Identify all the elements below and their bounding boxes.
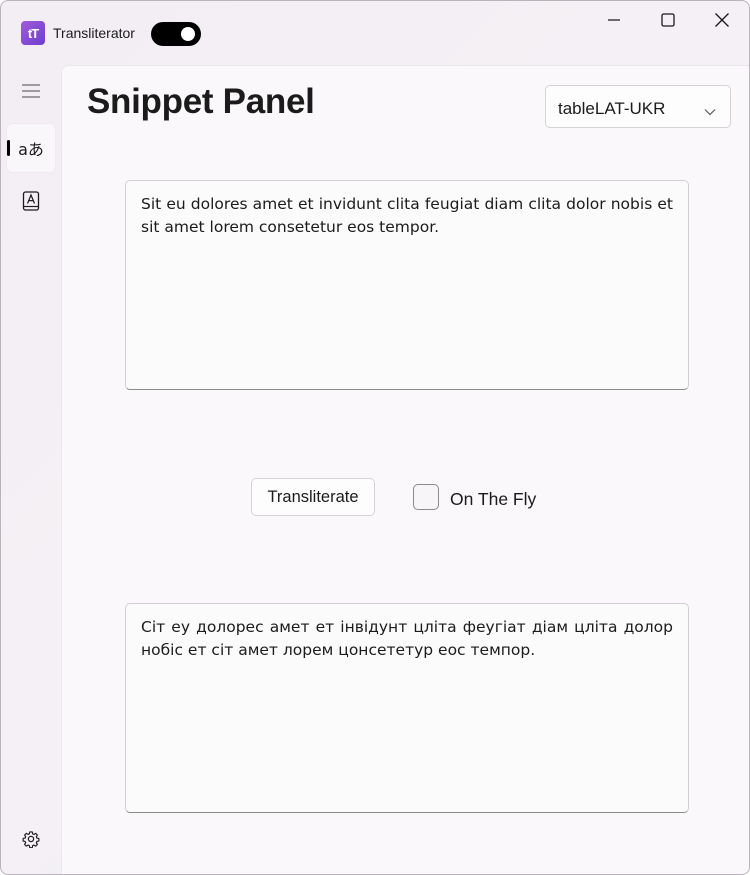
nav-item-dictionary[interactable] bbox=[7, 179, 55, 227]
minimize-button[interactable] bbox=[587, 1, 641, 39]
app-window: tT Transliterator aあ Snippet Panel table… bbox=[0, 0, 750, 875]
hamburger-icon bbox=[21, 83, 41, 104]
maximize-button[interactable] bbox=[641, 1, 695, 39]
gear-icon bbox=[22, 830, 40, 853]
app-title: Transliterator bbox=[53, 25, 135, 41]
on-the-fly-label[interactable]: On The Fly bbox=[450, 489, 536, 510]
theme-toggle[interactable] bbox=[151, 22, 201, 46]
title-bar[interactable]: tT Transliterator bbox=[1, 1, 749, 65]
close-button[interactable] bbox=[695, 1, 749, 39]
toggle-knob bbox=[181, 27, 195, 41]
page-title: Snippet Panel bbox=[87, 82, 315, 121]
maximize-icon bbox=[661, 13, 675, 27]
selection-indicator bbox=[7, 140, 10, 156]
transliterate-button[interactable]: Transliterate bbox=[251, 478, 375, 516]
table-select-dropdown[interactable]: tableLAT-UKR bbox=[545, 85, 731, 128]
app-logo-icon: tT bbox=[21, 21, 45, 45]
chevron-down-icon bbox=[704, 103, 716, 121]
table-select-value: tableLAT-UKR bbox=[558, 99, 666, 118]
output-text-area[interactable]: Сіт еу долорес амет ет інвідунт цліта фе… bbox=[125, 603, 689, 813]
content-pane: Snippet Panel tableLAT-UKR Sit eu dolore… bbox=[61, 65, 749, 874]
translate-icon: aあ bbox=[18, 140, 44, 159]
input-text-area[interactable]: Sit eu dolores amet et invidunt clita fe… bbox=[125, 180, 689, 390]
nav-item-settings[interactable] bbox=[7, 817, 55, 865]
dictionary-icon bbox=[22, 190, 40, 216]
nav-menu-button[interactable] bbox=[7, 69, 55, 117]
minimize-icon bbox=[607, 13, 621, 27]
on-the-fly-checkbox[interactable] bbox=[413, 484, 439, 510]
nav-item-transliterate[interactable]: aあ bbox=[7, 124, 55, 172]
close-icon bbox=[714, 12, 730, 28]
